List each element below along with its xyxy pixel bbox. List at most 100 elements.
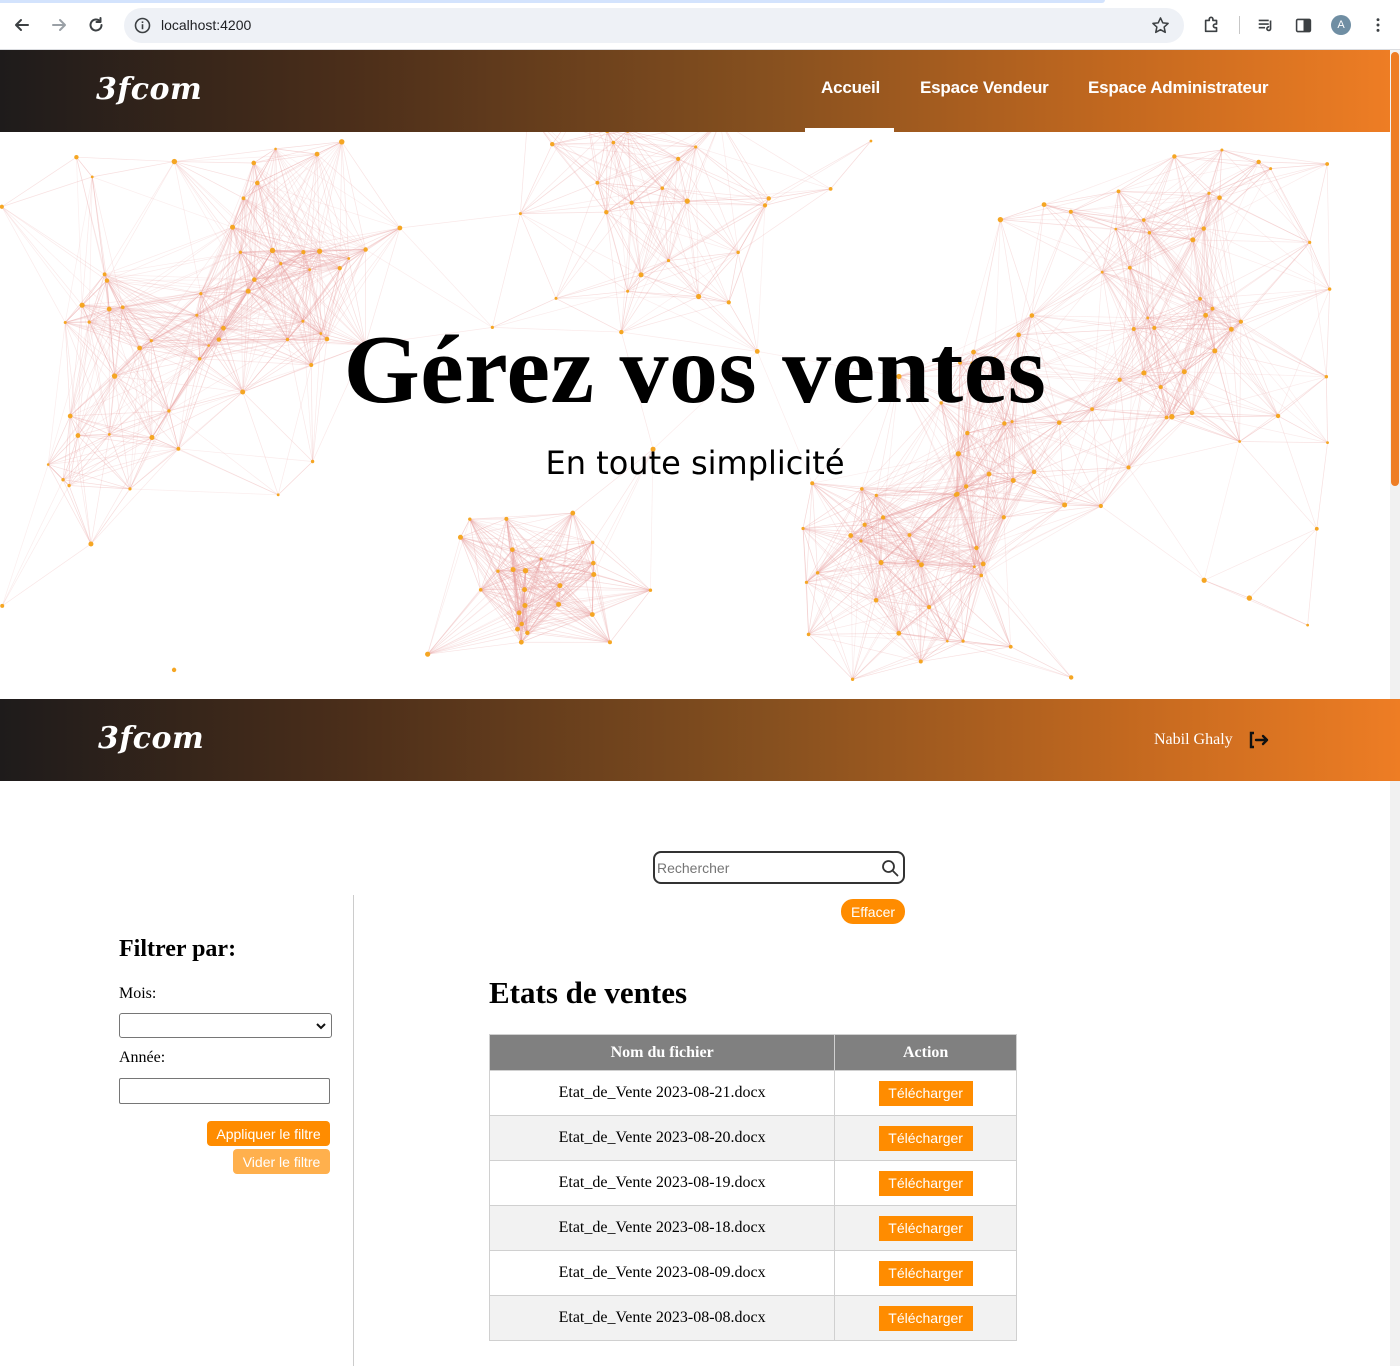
network-node: [684, 198, 690, 204]
table-row: Etat_de_Vente 2023-08-18.docx Télécharge…: [488, 1205, 1017, 1251]
file-name-cell: Etat_de_Vente 2023-08-09.docx: [488, 1250, 836, 1296]
network-edge: [555, 211, 607, 299]
file-name-cell: Etat_de_Vente 2023-08-19.docx: [488, 1160, 836, 1206]
network-node: [515, 626, 520, 632]
network-node: [591, 572, 597, 578]
brand-logo-secondary[interactable]: 3fcom: [98, 721, 204, 756]
network-edge: [427, 612, 520, 655]
user-header-bar: 3fcom Nabil Ghaly: [0, 699, 1400, 781]
site-info-icon[interactable]: [134, 17, 151, 34]
network-node: [1308, 240, 1312, 245]
network-node: [468, 517, 472, 521]
network-edge: [808, 599, 877, 635]
network-edge: [106, 279, 255, 281]
network-node: [666, 258, 671, 263]
search-box[interactable]: [653, 851, 905, 884]
back-icon[interactable]: [9, 12, 35, 38]
download-button[interactable]: Télécharger: [878, 1260, 973, 1286]
network-node: [918, 659, 923, 664]
year-label: Année:: [119, 1049, 166, 1066]
network-edge: [341, 141, 401, 229]
network-edge: [469, 518, 593, 543]
clear-search-button[interactable]: Effacer: [841, 899, 905, 924]
network-edge: [605, 132, 608, 213]
brand-logo[interactable]: 3fcom: [96, 72, 202, 107]
network-edge: [174, 148, 276, 162]
network-node: [230, 224, 236, 230]
network-node: [1068, 675, 1074, 680]
year-input[interactable]: [119, 1078, 330, 1104]
column-header-file-name: Nom du fichier: [488, 1034, 836, 1071]
network-edge: [92, 161, 175, 178]
network-edge: [695, 146, 769, 199]
nav-link-espace-vendeur[interactable]: Espace Vendeur: [920, 78, 1049, 98]
network-edge: [1, 206, 66, 323]
network-edge: [1043, 190, 1119, 205]
download-button[interactable]: Télécharger: [878, 1305, 973, 1331]
apply-filter-button[interactable]: Appliquer le filtre: [207, 1121, 330, 1146]
network-edge: [631, 132, 696, 148]
network-node: [1327, 287, 1332, 291]
network-edge: [555, 182, 598, 299]
forward-icon[interactable]: [46, 12, 72, 38]
network-node: [880, 515, 886, 520]
network-node: [301, 249, 306, 255]
page-scrollbar-thumb[interactable]: [1391, 52, 1399, 486]
file-name-cell: Etat_de_Vente 2023-08-08.docx: [488, 1295, 836, 1341]
nav-link-accueil[interactable]: Accueil: [821, 78, 880, 98]
search-input[interactable]: [657, 857, 877, 879]
network-node: [478, 588, 483, 592]
nav-link-espace-administrateur[interactable]: Espace Administrateur: [1088, 78, 1269, 98]
network-node: [1269, 167, 1273, 171]
logout-icon[interactable]: [1248, 730, 1270, 750]
extensions-icon[interactable]: [1201, 14, 1223, 36]
network-edge: [974, 566, 1012, 647]
network-edge: [1, 156, 77, 208]
download-button[interactable]: Télécharger: [878, 1215, 973, 1241]
download-button[interactable]: Télécharger: [878, 1080, 973, 1106]
network-node: [525, 630, 530, 636]
network-node: [1238, 440, 1242, 443]
network-node: [314, 151, 320, 157]
network-edge: [627, 290, 699, 297]
reload-icon[interactable]: [83, 12, 109, 38]
address-bar[interactable]: localhost:4200: [124, 8, 1184, 43]
network-node: [980, 561, 986, 567]
network-edge: [830, 140, 872, 190]
url-text[interactable]: localhost:4200: [161, 17, 251, 33]
network-edge: [1249, 528, 1318, 599]
table-row: Etat_de_Vente 2023-08-21.docx Télécharge…: [488, 1070, 1017, 1116]
network-node: [245, 288, 251, 294]
network-node: [954, 491, 960, 497]
network-edge: [695, 146, 831, 190]
network-node: [850, 677, 855, 681]
network-edge: [1118, 149, 1223, 192]
network-node: [106, 306, 112, 312]
search-icon[interactable]: [881, 859, 899, 877]
network-node: [104, 278, 110, 283]
side-panel-icon[interactable]: [1292, 14, 1314, 36]
media-queue-icon[interactable]: [1255, 14, 1277, 36]
clear-filter-button[interactable]: Vider le filtre: [233, 1149, 330, 1174]
bookmark-star-icon[interactable]: [1151, 16, 1170, 35]
network-node: [848, 533, 854, 538]
network-edge: [1100, 505, 1205, 581]
network-edge: [1221, 149, 1328, 165]
download-button[interactable]: Télécharger: [878, 1170, 973, 1196]
network-edge: [492, 213, 521, 328]
network-edge: [1219, 197, 1330, 290]
network-node: [149, 435, 155, 441]
network-node: [1190, 237, 1196, 243]
more-menu-icon[interactable]: [1367, 14, 1389, 36]
network-node: [556, 601, 562, 607]
month-select[interactable]: [119, 1013, 332, 1038]
table-row: Etat_de_Vente 2023-08-09.docx Télécharge…: [488, 1250, 1017, 1296]
browser-toolbar: localhost:4200 A: [0, 0, 1400, 50]
network-edge: [920, 646, 1011, 662]
network-node: [629, 200, 634, 205]
download-button[interactable]: Télécharger: [878, 1125, 973, 1151]
network-edge: [1204, 579, 1308, 626]
network-edge: [808, 634, 853, 680]
file-name-cell: Etat_de_Vente 2023-08-18.docx: [488, 1205, 836, 1251]
profile-avatar[interactable]: A: [1331, 15, 1351, 35]
